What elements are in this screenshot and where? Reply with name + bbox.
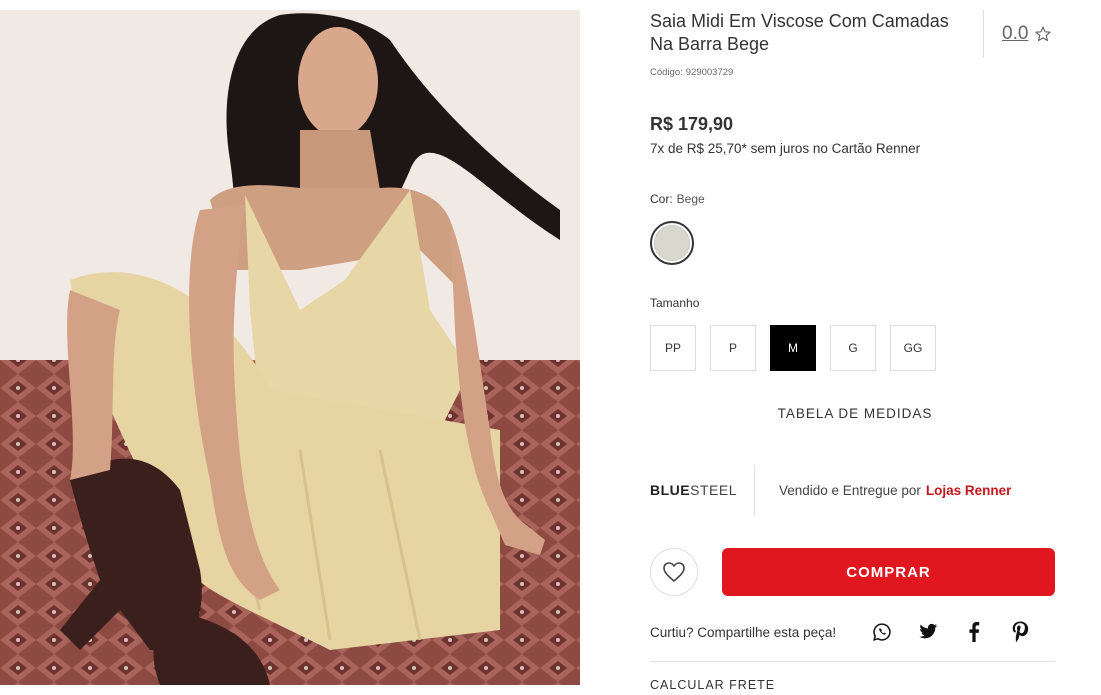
product-price: R$ 179,90 (650, 114, 734, 134)
rating[interactable]: 0.0 (983, 10, 1073, 58)
color-label-value: Bege (676, 192, 705, 206)
product-code-value: 929003729 (685, 67, 734, 78)
product-photo-illustration (0, 10, 580, 685)
twitter-icon[interactable] (916, 620, 940, 644)
color-swatch-fill (654, 225, 690, 261)
product-code-label: Código: (650, 67, 683, 78)
brand-logo-bold: BLUE (650, 482, 691, 498)
product-code: Código: 929003729 (650, 67, 733, 78)
facebook-icon[interactable] (962, 620, 986, 644)
size-option-m[interactable]: M (770, 325, 816, 371)
size-table-link[interactable]: TABELA DE MEDIDAS (650, 406, 1060, 421)
size-options: PP P M G GG (650, 325, 936, 371)
color-label: Cor: Bege (650, 192, 705, 206)
product-photo[interactable] (0, 10, 580, 685)
size-option-pp[interactable]: PP (650, 325, 696, 371)
size-option-p[interactable]: P (710, 325, 756, 371)
calculate-shipping-link[interactable]: CALCULAR FRETE (650, 678, 775, 692)
divider (650, 661, 1055, 662)
color-swatch-bege[interactable] (650, 221, 694, 265)
share-text: Curtiu? Compartilhe esta peça! (650, 624, 837, 640)
installments-text: 7x de R$ 25,70* sem juros no Cartão Renn… (650, 141, 921, 156)
share-icons (870, 620, 1032, 644)
brand-logo-light: STEEL (690, 482, 737, 498)
size-option-gg[interactable]: GG (890, 325, 936, 371)
heart-icon (663, 562, 685, 582)
seller-divider (754, 465, 755, 515)
product-title: Saia Midi Em Viscose Com Camadas Na Barr… (650, 11, 949, 54)
seller-text: Vendido e Entregue por (779, 482, 921, 498)
share-row: Curtiu? Compartilhe esta peça! (650, 617, 1060, 647)
rating-value[interactable]: 0.0 (1002, 23, 1028, 45)
favorite-button[interactable] (650, 548, 698, 596)
whatsapp-icon[interactable] (870, 620, 894, 644)
pinterest-icon[interactable] (1008, 620, 1032, 644)
color-label-title: Cor: (650, 192, 673, 206)
seller-info: BLUESTEEL Vendido e Entregue por Lojas R… (650, 465, 1060, 515)
size-option-g[interactable]: G (830, 325, 876, 371)
size-label: Tamanho (650, 296, 700, 310)
buy-button[interactable]: COMPRAR (722, 548, 1055, 596)
brand-logo[interactable]: BLUESTEEL (650, 482, 754, 498)
seller-name-link[interactable]: Lojas Renner (926, 483, 1012, 498)
star-icon (1035, 26, 1052, 42)
